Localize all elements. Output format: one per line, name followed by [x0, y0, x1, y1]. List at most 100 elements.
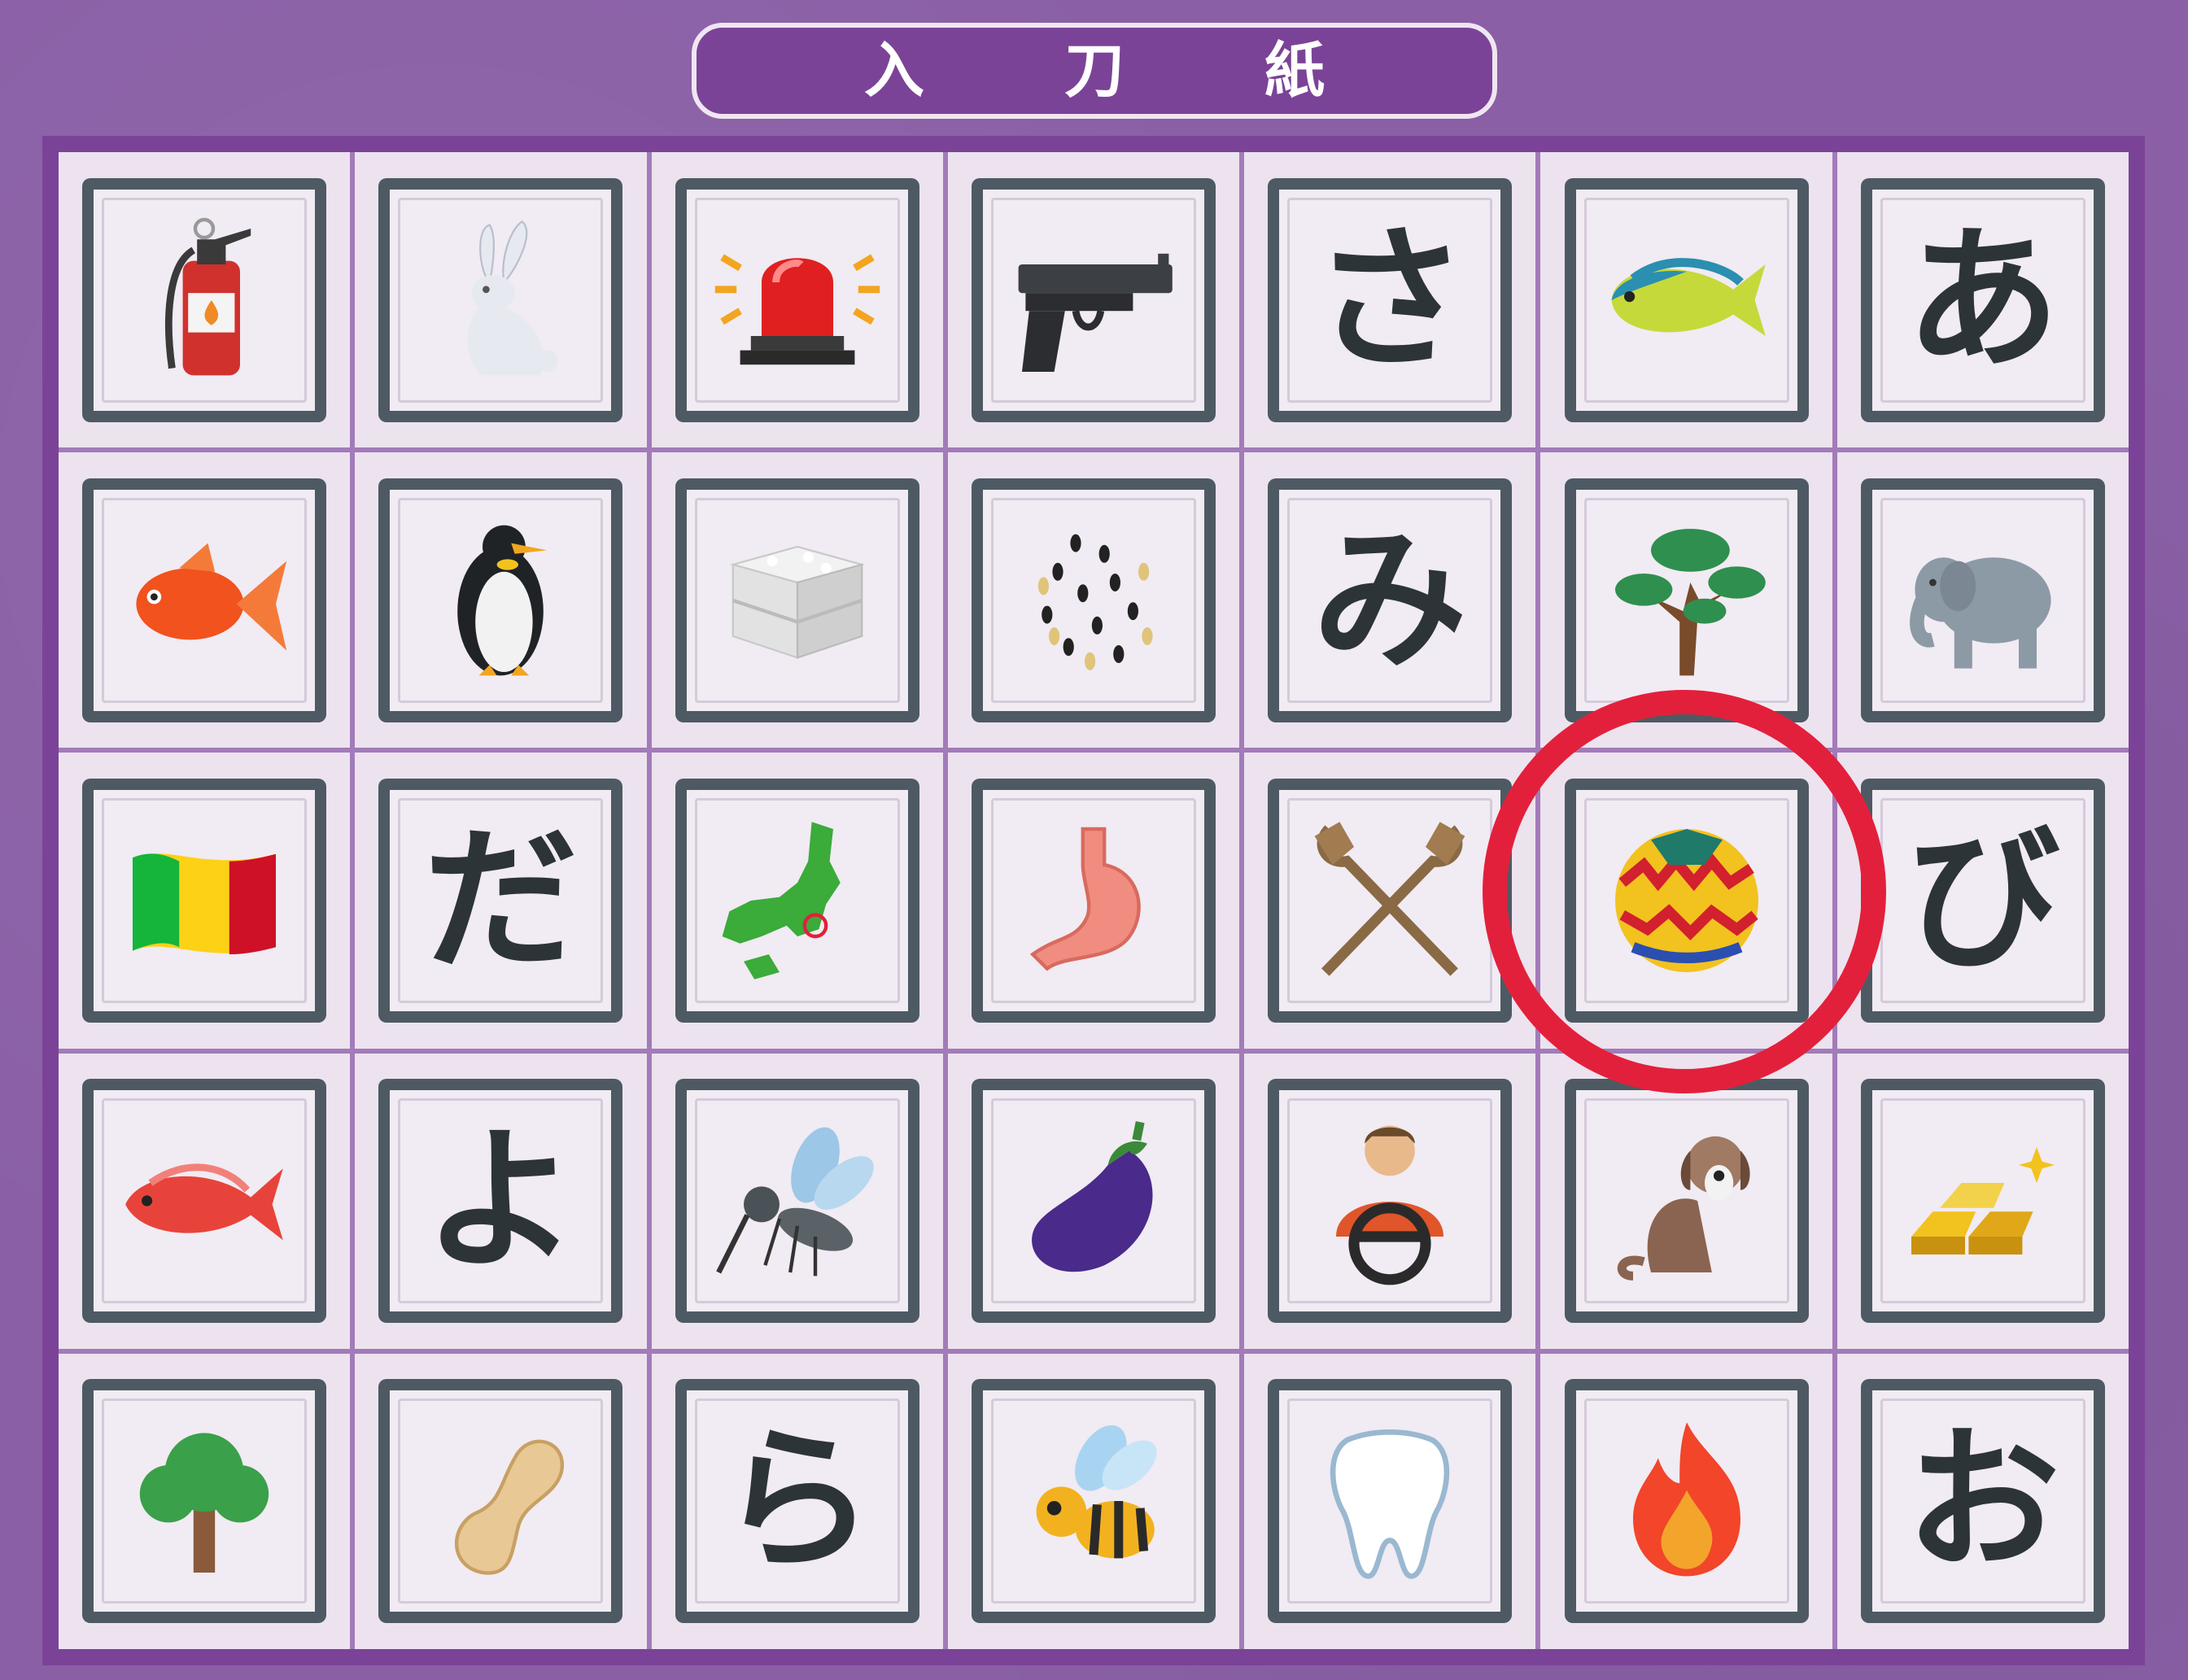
card[interactable] [1564, 478, 1809, 722]
grid-cell [651, 753, 943, 1049]
grid-cell: み [1244, 452, 1536, 748]
grid-cell [355, 1353, 647, 1649]
card[interactable] [1268, 1379, 1513, 1624]
grid-cell: よ [355, 1053, 647, 1349]
grid-cell [1540, 452, 1832, 748]
sesame-seeds-icon [1037, 534, 1153, 670]
card[interactable]: み [1268, 478, 1513, 722]
goldfish-icon [136, 543, 287, 651]
kana-character: よ [423, 1111, 579, 1291]
card[interactable] [1564, 1379, 1809, 1624]
grid-cell: び [1836, 753, 2129, 1049]
grid-cell [947, 452, 1240, 748]
card[interactable] [675, 778, 919, 1023]
fire-extinguisher-icon [165, 217, 251, 375]
grid-cell: だ [355, 753, 647, 1049]
penguin-icon [457, 525, 548, 676]
card[interactable] [675, 177, 919, 422]
card[interactable] [675, 1079, 919, 1324]
peanut-icon [455, 1440, 565, 1576]
grid-cell: お [1836, 1353, 2129, 1649]
grid-cell [1540, 152, 1832, 448]
card[interactable]: び [1860, 778, 2105, 1023]
temari-ball-icon [1614, 828, 1758, 972]
siren-light-icon [714, 254, 880, 364]
kana-character: み [1312, 509, 1468, 690]
grid-cell [59, 1353, 351, 1649]
card[interactable]: お [1860, 1379, 2105, 1624]
card[interactable] [82, 778, 327, 1023]
grid-cell [651, 152, 943, 448]
grid-cell [1836, 452, 2129, 748]
card[interactable] [1564, 778, 1809, 1023]
kana-character: び [1905, 809, 2060, 990]
grid-cell [355, 452, 647, 748]
card[interactable] [675, 478, 919, 722]
card[interactable] [971, 177, 1216, 422]
card[interactable] [971, 478, 1216, 722]
mali-flag-icon [133, 853, 277, 954]
grid-cell [355, 152, 647, 448]
grid-cell [1540, 1353, 1832, 1649]
title-char: 入 [864, 36, 924, 106]
card[interactable]: さ [1268, 177, 1513, 422]
card[interactable]: ら [675, 1379, 919, 1624]
card[interactable] [378, 177, 623, 422]
stomach-icon [1029, 827, 1141, 971]
grid-cell [947, 1053, 1240, 1349]
driver-icon [1336, 1125, 1444, 1285]
grid-cell [59, 1053, 351, 1349]
kana-character: お [1905, 1411, 2060, 1591]
sea-bream-icon [125, 1163, 283, 1241]
card[interactable] [82, 177, 327, 422]
kana-character: さ [1312, 209, 1468, 390]
oars-icon [1314, 822, 1465, 976]
card[interactable] [971, 778, 1216, 1023]
grid-cell [59, 753, 351, 1049]
card[interactable]: だ [378, 778, 623, 1023]
grid-cell [651, 452, 943, 748]
elephant-icon [1909, 556, 2051, 669]
card[interactable]: あ [1860, 177, 2105, 422]
grid-cell [1244, 1353, 1536, 1649]
japan-map-icon [722, 822, 841, 980]
card[interactable] [378, 478, 623, 722]
card[interactable] [378, 1379, 623, 1624]
grid-cell [1836, 1053, 2129, 1349]
fire-icon [1632, 1422, 1740, 1577]
card[interactable] [1860, 478, 2105, 722]
kana-character: あ [1905, 209, 2060, 390]
card[interactable] [82, 478, 327, 722]
title-char: 刀 [1064, 36, 1125, 106]
bee-icon [1036, 1425, 1157, 1559]
card[interactable] [971, 1079, 1216, 1324]
card[interactable] [1564, 1079, 1809, 1324]
card[interactable] [82, 1379, 327, 1624]
tree-icon [139, 1433, 269, 1573]
grid-cell: さ [1244, 152, 1536, 448]
card[interactable] [1564, 177, 1809, 422]
card[interactable] [1268, 1079, 1513, 1324]
eggplant-icon [1032, 1121, 1153, 1272]
grid-cell [1244, 753, 1536, 1049]
pine-tree-icon [1614, 528, 1766, 676]
card[interactable] [1268, 778, 1513, 1023]
grid-cell [1540, 1053, 1832, 1349]
card[interactable] [971, 1379, 1216, 1624]
card[interactable] [82, 1079, 327, 1324]
game-board: さ あ み だ び よ ら お [42, 136, 2145, 1665]
mahi-mahi-fish-icon [1611, 257, 1766, 336]
kana-character: ら [719, 1411, 875, 1591]
grid-cell [59, 152, 351, 448]
grid-cell [1540, 753, 1832, 1049]
grid-cell: ら [651, 1353, 943, 1649]
steamer-box-icon [729, 545, 866, 659]
card[interactable] [1860, 1079, 2105, 1324]
grid-cell [947, 152, 1240, 448]
gold-bars-icon [1911, 1147, 2055, 1255]
handgun-icon [1018, 253, 1173, 372]
mosquito-icon [715, 1127, 874, 1276]
grid-cell [1244, 1053, 1536, 1349]
grid-cell [947, 753, 1240, 1049]
card[interactable]: よ [378, 1079, 623, 1324]
